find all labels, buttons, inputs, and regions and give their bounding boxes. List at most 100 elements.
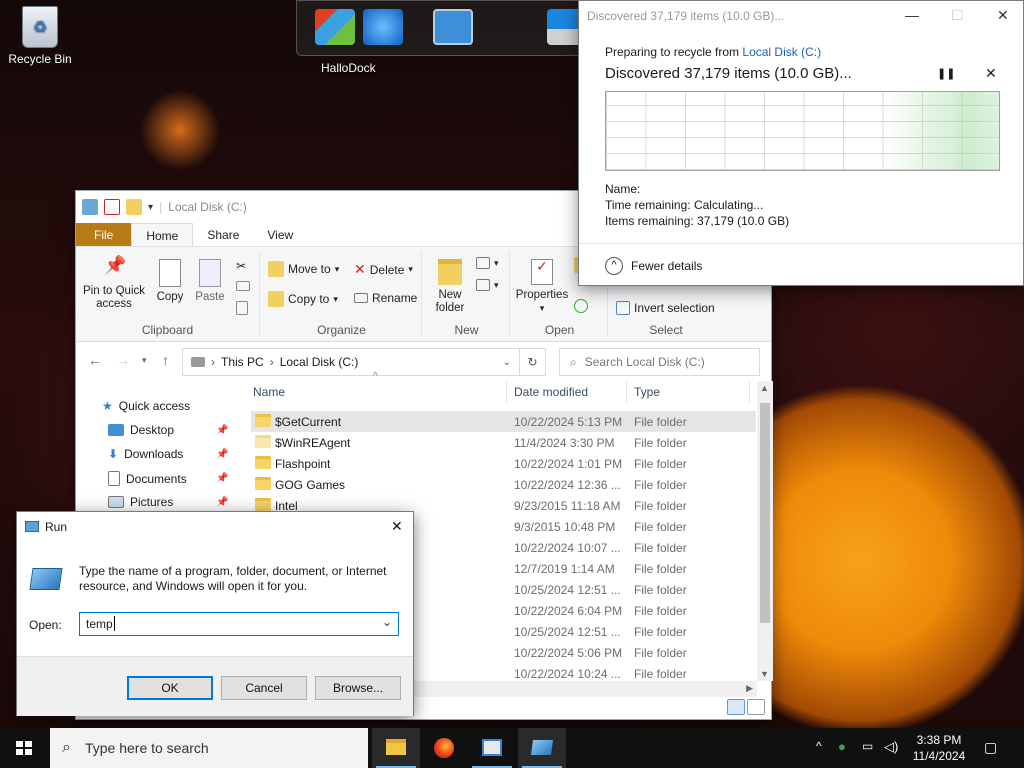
show-hidden-icons-chevron-icon[interactable]: ^ xyxy=(816,739,822,753)
close-icon[interactable]: ✕ xyxy=(997,7,1009,24)
large-icons-view-icon[interactable] xyxy=(747,699,765,715)
dock-network-icon[interactable] xyxy=(315,9,355,45)
up-arrow-icon[interactable]: ↑ xyxy=(162,352,169,368)
paste-shortcut-icon[interactable] xyxy=(236,301,248,315)
open-input-value: temp xyxy=(86,617,113,631)
run-body: Type the name of a program, folder, docu… xyxy=(17,542,413,656)
cancel-button[interactable]: Cancel xyxy=(221,676,307,700)
run-icon xyxy=(530,740,554,755)
table-row[interactable]: $WinREAgent 11/4/2024 3:30 PM File folder xyxy=(251,432,756,453)
new-folder-icon xyxy=(438,259,462,285)
column-date-modified[interactable]: Date modified xyxy=(514,385,588,399)
delete-button[interactable]: ✕ Delete ▾ xyxy=(354,261,413,278)
volume-icon[interactable]: ◁) xyxy=(884,739,898,755)
recent-locations-chevron-icon[interactable]: ▾ xyxy=(142,355,147,366)
tab-share[interactable]: Share xyxy=(193,223,253,246)
table-row[interactable]: Flashpoint 10/22/2024 1:01 PM File folder xyxy=(251,453,756,474)
breadcrumb-local-disk[interactable]: Local Disk (C:) xyxy=(280,355,359,369)
paste-button[interactable]: Paste xyxy=(192,259,228,304)
notifications-icon[interactable]: ▢ xyxy=(984,739,997,756)
close-icon[interactable]: ✕ xyxy=(391,518,403,535)
taskbar-search-box[interactable]: ⌕ Type here to search xyxy=(50,728,368,768)
nav-quick-access[interactable]: ★ Quick access xyxy=(102,399,190,413)
organize-group: Move to ▾ Copy to ▾ ✕ Delete ▾ Rename Organ… xyxy=(262,251,422,337)
star-icon: ★ xyxy=(102,399,113,413)
forward-arrow-icon[interactable]: → xyxy=(116,352,130,368)
chevron-down-icon[interactable]: ⌄ xyxy=(382,615,392,629)
quick-access-dropdown-icon[interactable]: ▾ xyxy=(148,202,153,213)
taskbar-control-panel[interactable] xyxy=(468,728,516,768)
column-name[interactable]: Name xyxy=(253,385,285,399)
fewer-details-button[interactable]: ^ Fewer details xyxy=(605,257,702,275)
taskbar-clock[interactable]: 3:38 PM 11/4/2024 xyxy=(906,732,972,764)
column-type[interactable]: Type xyxy=(634,385,660,399)
properties-button[interactable]: ✓ Properties ▾ xyxy=(514,259,570,315)
details-view-icon[interactable] xyxy=(727,699,745,715)
ok-button[interactable]: OK xyxy=(127,676,213,700)
desktop-icon-recycle-bin[interactable]: Recycle Bin xyxy=(4,6,76,66)
rename-button[interactable]: Rename xyxy=(354,291,417,305)
table-row[interactable]: GOG Games 10/22/2024 12:36 ... File folder xyxy=(251,474,756,495)
taskbar-firefox[interactable] xyxy=(420,728,468,768)
scroll-up-icon[interactable]: ▲ xyxy=(760,383,769,393)
properties-quick-icon[interactable] xyxy=(104,199,120,215)
breadcrumb-separator-icon: › xyxy=(211,355,215,369)
pin-to-quick-access-button[interactable]: 📌 Pin to Quick access xyxy=(82,256,146,311)
tab-file[interactable]: File xyxy=(76,223,132,246)
scroll-right-icon[interactable]: ▶ xyxy=(746,683,753,694)
network-icon[interactable]: ▭ xyxy=(862,739,873,753)
nav-documents[interactable]: Documents xyxy=(108,471,187,486)
scroll-down-icon[interactable]: ▼ xyxy=(760,669,769,679)
easy-access-icon[interactable]: ▾ xyxy=(476,279,499,291)
open-combobox[interactable]: temp ⌄ xyxy=(79,612,399,636)
cut-icon[interactable]: ✂ xyxy=(236,259,246,273)
pin-icon[interactable]: 📌 xyxy=(216,473,228,484)
pin-icon[interactable]: 📌 xyxy=(216,449,228,460)
move-to-button[interactable]: Move to ▾ xyxy=(268,261,339,277)
search-box[interactable]: ⌕ Search Local Disk (C:) xyxy=(559,348,760,376)
tab-view[interactable]: View xyxy=(253,223,307,246)
tab-home[interactable]: Home xyxy=(131,223,194,246)
new-folder-quick-icon[interactable] xyxy=(126,199,142,215)
refresh-button[interactable]: ↻ xyxy=(520,348,546,376)
nav-downloads[interactable]: ⬇ Downloads xyxy=(108,447,183,461)
dock-control-panel-icon[interactable] xyxy=(433,9,473,45)
user-icon[interactable]: ● xyxy=(838,739,846,754)
sort-ascending-icon: ^ xyxy=(373,371,378,382)
items-remaining-row: Items remaining: 37,179 (10.0 GB) xyxy=(605,214,790,228)
table-row[interactable]: $GetCurrent 10/22/2024 5:13 PM File folder xyxy=(251,411,756,432)
copy-path-icon[interactable] xyxy=(236,281,250,291)
pin-icon[interactable]: 📌 xyxy=(216,497,228,508)
folder-icon xyxy=(255,435,271,448)
copy-to-button[interactable]: Copy to ▾ xyxy=(268,291,338,307)
invert-selection-button[interactable]: Invert selection xyxy=(616,301,715,315)
address-dropdown-chevron-icon[interactable]: ⌄ xyxy=(503,357,511,368)
progress-window-title: Discovered 37,179 items (10.0 GB)... xyxy=(587,9,785,23)
new-item-icon[interactable]: ▾ xyxy=(476,257,499,269)
address-row: ← → ▾ ↑ › This PC › Local Disk (C:) ⌄ ↻ … xyxy=(76,342,771,380)
back-arrow-icon[interactable]: ← xyxy=(88,352,102,368)
cancel-icon[interactable]: ✕ xyxy=(985,65,997,82)
copy-button[interactable]: Copy xyxy=(152,259,188,304)
pin-icon[interactable]: 📌 xyxy=(216,425,228,436)
vertical-scrollbar[interactable]: ▲ ▼ xyxy=(757,381,773,681)
dock-globe-icon[interactable] xyxy=(363,9,403,45)
browse-button[interactable]: Browse... xyxy=(315,676,401,700)
clipboard-group: 📌 Pin to Quick access Copy Paste ✂ Clipb… xyxy=(76,251,260,337)
taskbar-search-placeholder: Type here to search xyxy=(84,740,209,756)
address-bar[interactable]: › This PC › Local Disk (C:) ⌄ xyxy=(182,348,520,376)
breadcrumb-this-pc[interactable]: This PC xyxy=(221,355,264,369)
scrollbar-thumb[interactable] xyxy=(760,403,770,623)
new-folder-button[interactable]: New folder xyxy=(430,259,470,315)
pause-icon[interactable]: ❚❚ xyxy=(937,67,955,80)
source-link[interactable]: Local Disk (C:) xyxy=(742,45,821,59)
minimize-icon[interactable]: — xyxy=(905,7,919,23)
nav-desktop[interactable]: Desktop xyxy=(108,423,174,437)
recycle-bin-icon xyxy=(22,6,58,48)
nav-pictures[interactable]: Pictures xyxy=(108,495,173,509)
taskbar-run[interactable] xyxy=(518,728,566,768)
documents-icon xyxy=(108,471,120,486)
taskbar-file-explorer[interactable] xyxy=(372,728,420,768)
start-button[interactable] xyxy=(0,728,50,768)
history-icon[interactable] xyxy=(574,299,588,313)
